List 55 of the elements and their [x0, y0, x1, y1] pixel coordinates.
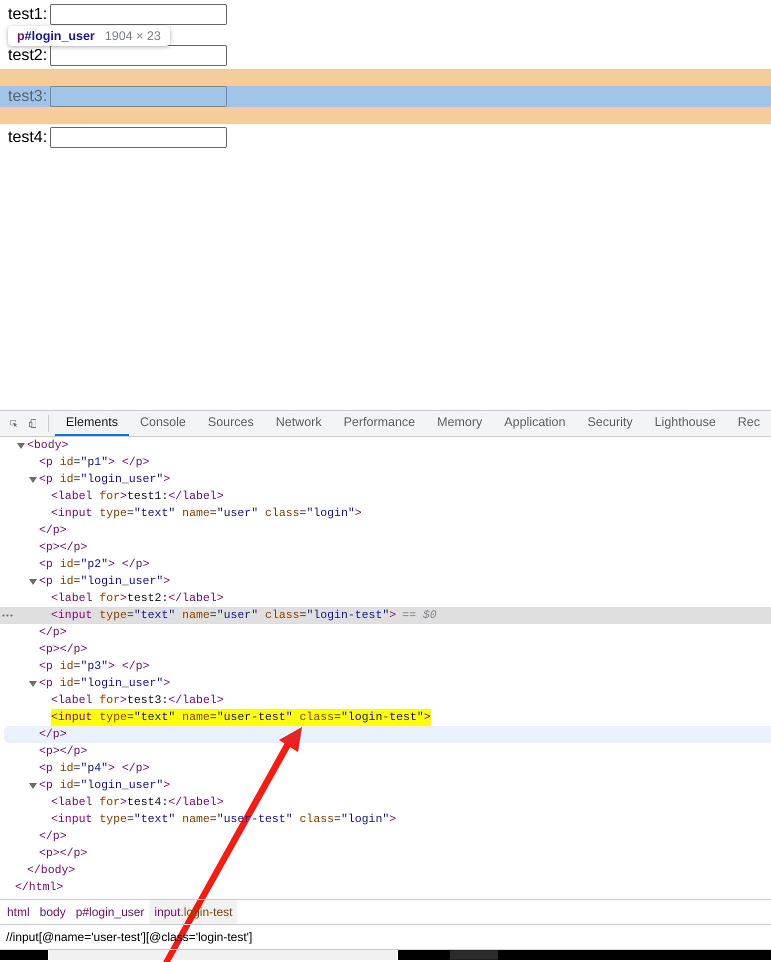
- code-line[interactable]: </html>: [15, 878, 64, 896]
- code-line[interactable]: </p>: [39, 624, 67, 642]
- code-line[interactable]: <p id="p1"> </p>: [39, 454, 150, 472]
- devtools-tab[interactable]: Security: [576, 411, 644, 436]
- code-line[interactable]: <label for>test3:</label>: [51, 692, 224, 710]
- text-field[interactable]: [50, 86, 228, 107]
- breadcrumb[interactable]: body: [34, 900, 71, 924]
- expanded-triangle-icon[interactable]: [29, 578, 37, 586]
- code-line[interactable]: </p>: [39, 522, 67, 540]
- code-line[interactable]: </p>: [39, 726, 67, 744]
- code-line[interactable]: <p></p>: [39, 742, 88, 760]
- field-label: test2:: [8, 46, 48, 66]
- devtools-tab[interactable]: Console: [129, 411, 197, 436]
- code-line[interactable]: <p id="p3"> </p>: [39, 658, 150, 676]
- console-reference: == $0: [402, 608, 437, 624]
- code-line[interactable]: <input type="text" name="user" class="login">: [51, 504, 362, 522]
- code-line[interactable]: <p id="login_user">: [39, 776, 170, 794]
- field-label: test3:: [8, 86, 48, 106]
- expanded-triangle-icon[interactable]: [17, 442, 25, 450]
- code-line[interactable]: <input type="text" name="user" class="login-test">: [51, 606, 396, 624]
- code-line[interactable]: <p id="p4"> </p>: [39, 760, 150, 778]
- code-line[interactable]: <p id="login_user">: [39, 470, 170, 488]
- code-line[interactable]: <body>: [27, 437, 68, 454]
- devtools-tab[interactable]: Sources: [196, 411, 265, 436]
- devtools-tab[interactable]: Application: [493, 411, 576, 436]
- code-line[interactable]: <p id="p2"> </p>: [39, 556, 150, 574]
- devtools-tab[interactable]: Memory: [426, 411, 494, 436]
- code-line[interactable]: <label for>test4:</label>: [51, 794, 224, 812]
- breadcrumb[interactable]: html: [2, 900, 35, 924]
- text-field[interactable]: [50, 4, 228, 25]
- devtools-tab[interactable]: Network: [264, 411, 333, 436]
- field-label: test4:: [8, 128, 48, 148]
- code-line[interactable]: <p></p>: [39, 538, 88, 556]
- devtools-tab[interactable]: Performance: [332, 411, 426, 436]
- code-line[interactable]: </body>: [27, 862, 76, 880]
- expanded-triangle-icon[interactable]: [29, 476, 37, 484]
- more-icon[interactable]: [2, 614, 13, 617]
- code-line[interactable]: <label for>test2:</label>: [51, 590, 224, 608]
- text-field[interactable]: [50, 127, 228, 148]
- expanded-triangle-icon[interactable]: [29, 782, 37, 790]
- breadcrumb[interactable]: p#login_user: [70, 900, 150, 924]
- devtools-tab[interactable]: Elements: [54, 411, 129, 436]
- devtools-tab[interactable]: Rec: [726, 411, 771, 436]
- code-line[interactable]: <p></p>: [39, 640, 88, 658]
- element-size: 1904 × 23: [104, 28, 161, 45]
- code-line[interactable]: <label for>test1:</label>: [51, 488, 224, 506]
- code-line[interactable]: </p>: [39, 828, 67, 846]
- text-field[interactable]: [50, 45, 228, 66]
- code-line[interactable]: <p id="login_user">: [39, 674, 170, 692]
- devtools-tab[interactable]: Lighthouse: [644, 411, 727, 436]
- element-selector: p#login_user: [17, 28, 95, 45]
- field-label: test1:: [8, 4, 48, 24]
- code-line[interactable]: <p id="login_user">: [39, 572, 170, 590]
- code-line[interactable]: <p></p>: [39, 844, 88, 862]
- expanded-triangle-icon[interactable]: [29, 680, 37, 688]
